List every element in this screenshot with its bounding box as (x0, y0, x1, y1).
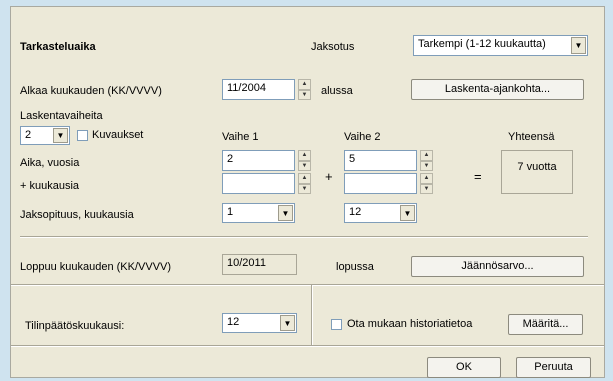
start-label: Alkaa kuukauden (KK/VVVV) (20, 85, 162, 97)
phase1-months-spinner[interactable]: ▲ ▼ (298, 173, 311, 194)
laskenta-ajankohta-button[interactable]: Laskenta-ajankohta... (411, 79, 584, 100)
maarita-button[interactable]: Määritä... (508, 314, 583, 335)
closing-month-label: Tilinpäätöskuukausi: (25, 320, 125, 332)
spin-down-icon[interactable]: ▼ (298, 89, 311, 100)
phases-label: Laskentavaiheita (20, 110, 103, 122)
phase2-period-select[interactable]: 12 ▼ (344, 203, 417, 223)
phase1-period-value: 1 (227, 206, 234, 218)
spin-up-icon[interactable]: ▲ (298, 79, 311, 90)
phase2-header: Vaihe 2 (344, 131, 381, 143)
history-label: Ota mukaan historiatietoa (347, 318, 473, 330)
kuvaukset-checkbox[interactable] (77, 130, 88, 141)
chevron-down-icon[interactable]: ▼ (280, 315, 295, 331)
phase2-months-spinner[interactable]: ▲ ▼ (420, 173, 433, 194)
phase1-years-field[interactable]: 2 (222, 150, 295, 171)
jaksotus-select[interactable]: Tarkempi (1-12 kuukautta) ▼ (413, 35, 588, 56)
start-field[interactable]: 11/2004 (222, 79, 295, 100)
cancel-button[interactable]: Peruuta (516, 357, 591, 378)
dialog: Tarkasteluaika Jaksotus Tarkempi (1-12 k… (10, 6, 605, 378)
phase2-months-field[interactable] (344, 173, 417, 194)
plus-sign: + (325, 169, 333, 184)
total-header: Yhteensä (508, 131, 555, 143)
closing-month-select[interactable]: 12 ▼ (222, 313, 297, 333)
jaannosarvo-button[interactable]: Jäännösarvo... (411, 256, 584, 277)
end-suffix: lopussa (336, 261, 374, 273)
jaksotus-value: Tarkempi (1-12 kuukautta) (418, 38, 546, 50)
divider (11, 345, 604, 347)
years-label: Aika, vuosia (20, 157, 80, 169)
chevron-down-icon[interactable]: ▼ (571, 37, 586, 54)
spin-down-icon[interactable]: ▼ (298, 160, 311, 171)
spin-down-icon[interactable]: ▼ (420, 183, 433, 194)
divider (20, 236, 588, 238)
end-field: 10/2011 (222, 254, 297, 275)
divider (11, 284, 604, 286)
spin-up-icon[interactable]: ▲ (420, 173, 433, 184)
kuvaukset-label: Kuvaukset (92, 129, 144, 141)
closing-month-value: 12 (227, 316, 240, 328)
chevron-down-icon[interactable]: ▼ (400, 205, 415, 221)
phase1-period-select[interactable]: 1 ▼ (222, 203, 295, 223)
equals-sign: = (474, 169, 482, 184)
phase-count-value: 2 (25, 129, 32, 141)
period-label: Jaksopituus, kuukausia (20, 209, 134, 221)
section-title: Tarkasteluaika (20, 41, 96, 53)
start-suffix: alussa (321, 85, 353, 97)
phase-count-select[interactable]: 2 ▼ (20, 126, 70, 145)
start-spinner[interactable]: ▲ ▼ (298, 79, 311, 100)
spin-up-icon[interactable]: ▲ (298, 150, 311, 161)
chevron-down-icon[interactable]: ▼ (53, 128, 68, 143)
jaksotus-label: Jaksotus (311, 41, 355, 53)
spin-up-icon[interactable]: ▲ (420, 150, 433, 161)
phase2-period-value: 12 (349, 206, 362, 218)
spin-down-icon[interactable]: ▼ (298, 183, 311, 194)
ok-button[interactable]: OK (427, 357, 501, 378)
spin-down-icon[interactable]: ▼ (420, 160, 433, 171)
phase1-years-spinner[interactable]: ▲ ▼ (298, 150, 311, 171)
spin-up-icon[interactable]: ▲ (298, 173, 311, 184)
phase1-header: Vaihe 1 (222, 131, 259, 143)
phase2-years-field[interactable]: 5 (344, 150, 417, 171)
phase2-years-spinner[interactable]: ▲ ▼ (420, 150, 433, 171)
total-display: 7 vuotta (501, 150, 573, 194)
divider (311, 285, 313, 345)
history-checkbox[interactable] (331, 319, 342, 330)
months-label: + kuukausia (20, 180, 80, 192)
phase1-months-field[interactable] (222, 173, 295, 194)
end-label: Loppuu kuukauden (KK/VVVV) (20, 261, 172, 273)
chevron-down-icon[interactable]: ▼ (278, 205, 293, 221)
